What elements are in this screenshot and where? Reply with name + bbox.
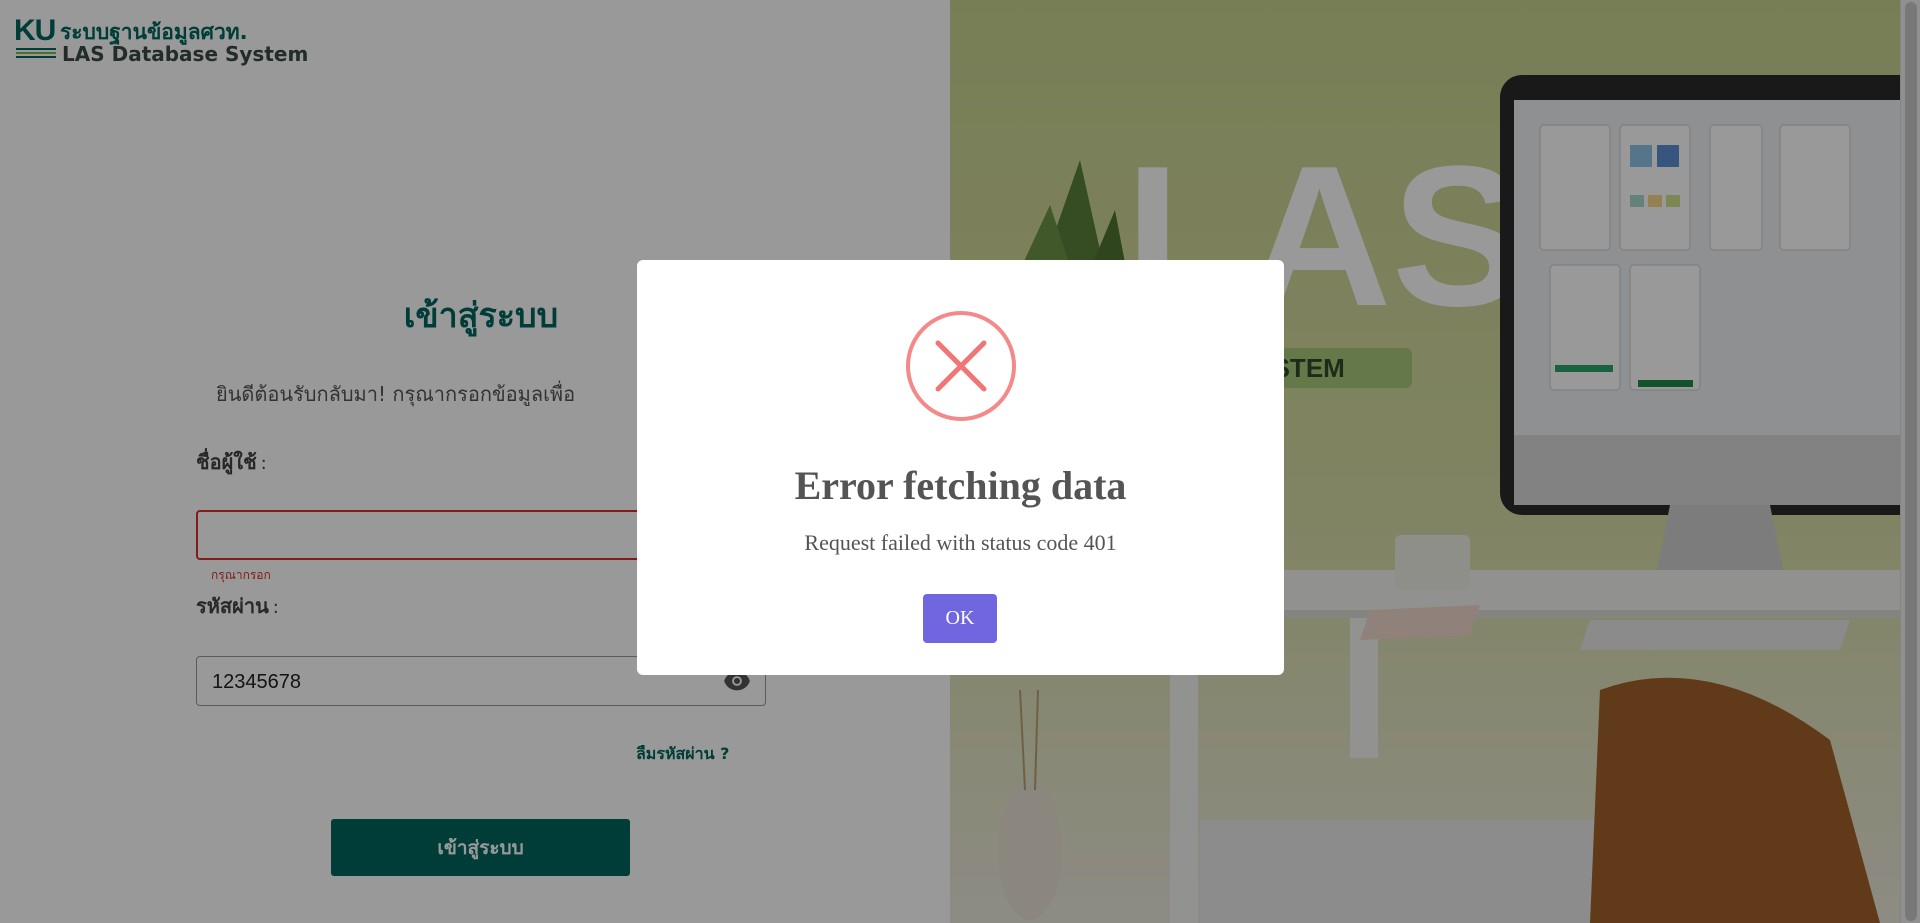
dialog-title: Error fetching data (794, 463, 1127, 508)
error-dialog: Error fetching data Request failed with … (637, 260, 1284, 675)
error-x-icon (906, 311, 1016, 421)
dialog-message: Request failed with status code 401 (804, 530, 1117, 555)
ok-button[interactable]: OK (923, 594, 997, 643)
